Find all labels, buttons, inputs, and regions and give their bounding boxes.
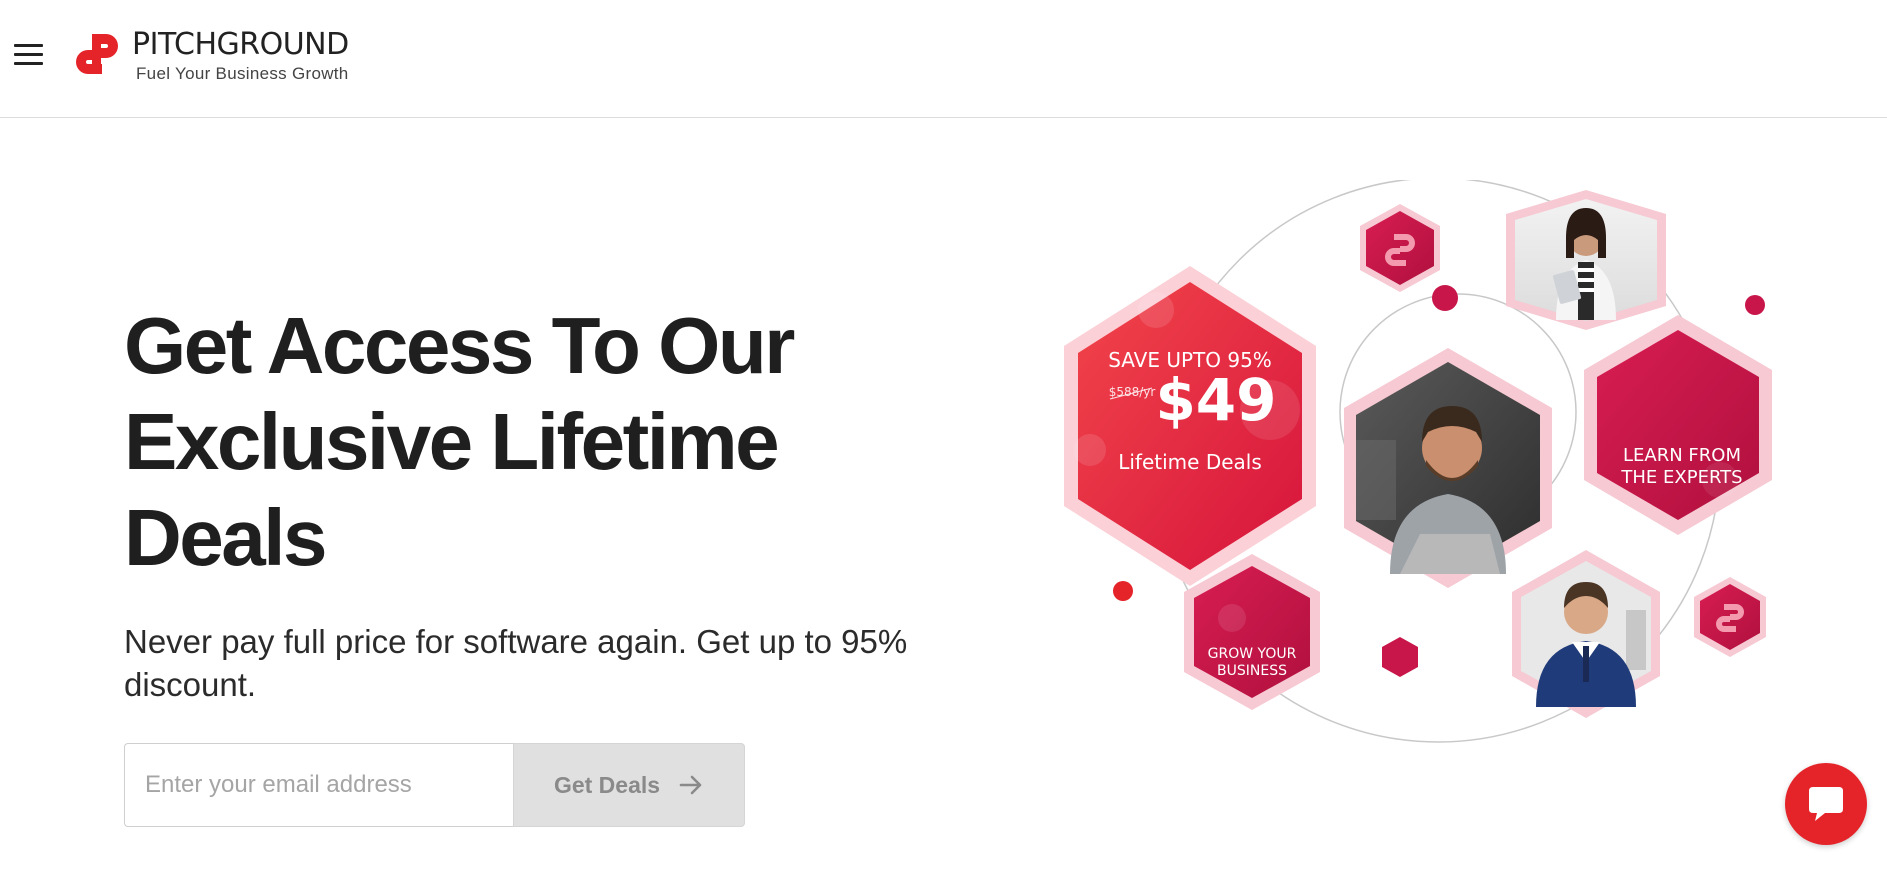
price-text: $49 xyxy=(1155,366,1276,434)
brand-logo[interactable]: PITCHGROUND Fuel Your Business Growth xyxy=(70,28,349,84)
expert-photo-woman xyxy=(1506,190,1666,330)
pitchground-logo-icon xyxy=(76,34,118,74)
lifetime-deals-text: Lifetime Deals xyxy=(1118,450,1262,474)
decor-dot xyxy=(1745,295,1765,315)
expert-photo-man-suit xyxy=(1512,550,1660,718)
hero-title-line-1: Get Access To Our xyxy=(124,301,795,390)
hero-subtitle: Never pay full price for software again.… xyxy=(124,623,908,703)
get-deals-label: Get Deals xyxy=(553,771,661,798)
logo-badge-right xyxy=(1694,577,1766,657)
grow-text-line-2: BUSINESS xyxy=(1217,663,1287,679)
decor-dot xyxy=(1432,285,1458,311)
hero-illustration: SAVE UPTO 95% $588/yr $49 Lifetime Deals… xyxy=(1064,180,1772,743)
expert-photo-man-laptop xyxy=(1344,348,1552,588)
hero-title-line-2: Exclusive Lifetime xyxy=(124,397,780,486)
grow-text-line-1: GROW YOUR xyxy=(1208,646,1297,662)
logo-badge-top xyxy=(1360,204,1440,292)
email-input[interactable] xyxy=(124,743,513,827)
learn-text-line-2: THE EXPERTS xyxy=(1620,467,1742,488)
hero-title-line-3: Deals xyxy=(124,493,327,582)
get-deals-button[interactable]: Get Deals xyxy=(513,743,745,827)
brand-tagline: Fuel Your Business Growth xyxy=(136,64,349,83)
decor-dot xyxy=(1113,581,1133,601)
learn-from-experts-badge: LEARN FROM THE EXPERTS xyxy=(1584,315,1772,535)
grow-business-badge: GROW YOUR BUSINESS xyxy=(1184,554,1320,710)
arrow-right-icon xyxy=(679,775,702,795)
lifetime-deal-badge: SAVE UPTO 95% $588/yr $49 Lifetime Deals xyxy=(1064,266,1316,586)
decor-hexagon xyxy=(1382,637,1418,677)
chat-button[interactable] xyxy=(1785,763,1867,845)
old-price-text: $588/yr xyxy=(1109,385,1156,399)
chat-bubble-icon xyxy=(1809,787,1843,821)
brand-name: PITCHGROUND xyxy=(132,27,349,62)
site-header: PITCHGROUND Fuel Your Business Growth xyxy=(0,0,1887,118)
hamburger-menu-icon[interactable] xyxy=(10,44,46,74)
hero-title: Get Access To Our Exclusive Lifetime Dea… xyxy=(124,298,884,586)
learn-text-line-1: LEARN FROM xyxy=(1623,445,1741,466)
